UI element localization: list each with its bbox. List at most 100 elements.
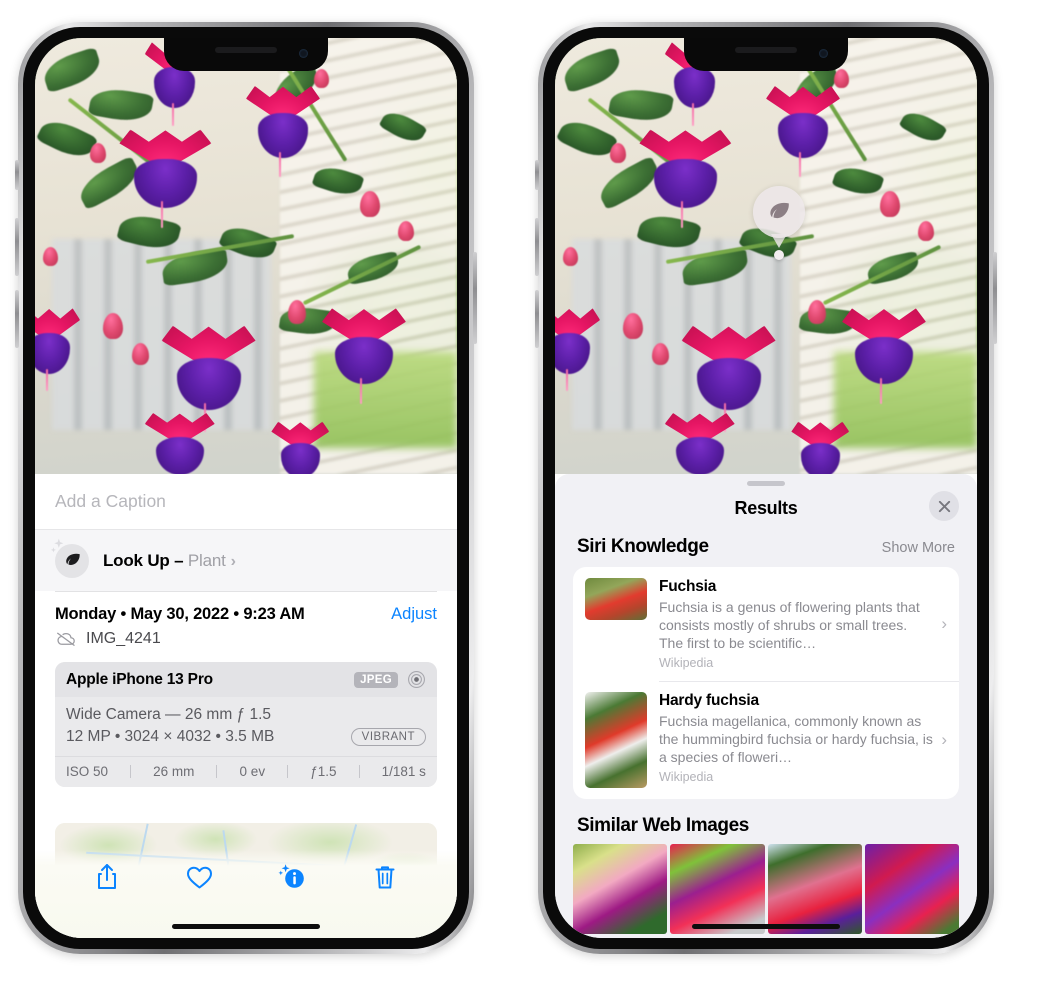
power-button[interactable]	[473, 252, 477, 344]
look-up-label: Look Up – Plant ›	[103, 551, 236, 571]
knowledge-source: Wikipedia	[659, 656, 714, 671]
knowledge-thumbnail	[585, 578, 647, 620]
photo-bud	[102, 312, 123, 339]
look-up-subject: Plant	[187, 550, 226, 570]
photo-flower	[321, 308, 406, 405]
photographic-style-badge: VIBRANT	[350, 728, 426, 746]
photo-bud	[833, 68, 849, 88]
aperture-icon	[408, 671, 425, 688]
siri-knowledge-header: Siri Knowledge Show More	[555, 530, 977, 567]
home-indicator[interactable]	[692, 924, 840, 929]
mute-switch[interactable]	[535, 160, 539, 190]
photo-flower	[119, 129, 212, 228]
similar-image-1[interactable]	[573, 844, 668, 935]
photo-flower	[639, 129, 732, 228]
front-camera-icon	[819, 49, 828, 58]
photo-bud	[563, 247, 579, 267]
camera-lens-info: Wide Camera — 26 mm ƒ 1.5	[66, 706, 272, 723]
similar-images-row	[555, 844, 977, 935]
photo-flower	[791, 421, 850, 474]
similar-image-3[interactable]	[767, 844, 862, 935]
sparkle-icon	[50, 538, 64, 552]
home-indicator[interactable]	[172, 924, 320, 929]
similar-image-2[interactable]	[670, 844, 765, 935]
knowledge-card[interactable]: Hardy fuchsia Fuchsia magellanica, commo…	[573, 681, 959, 799]
volume-up-button[interactable]	[15, 218, 19, 276]
photo-flower	[161, 325, 256, 432]
volume-down-button[interactable]	[535, 290, 539, 348]
volume-up-button[interactable]	[535, 218, 539, 276]
photo-flower	[35, 308, 81, 392]
trash-icon[interactable]	[368, 860, 402, 894]
knowledge-title: Fuchsia	[659, 578, 717, 595]
knowledge-card[interactable]: Fuchsia Fuchsia is a genus of flowering …	[573, 567, 959, 681]
knowledge-source: Wikipedia	[659, 770, 714, 785]
volume-down-button[interactable]	[15, 290, 19, 348]
divider	[130, 765, 132, 778]
photo-bud	[397, 221, 414, 242]
file-format-badge: JPEG	[354, 671, 398, 688]
exif-shutter: 1/181 s	[381, 764, 426, 779]
close-icon	[938, 500, 950, 512]
screen-right: Results Siri Knowledge Show More Fuchsia…	[555, 38, 977, 938]
photo-bud	[609, 142, 626, 163]
adjust-button[interactable]: Adjust	[391, 605, 437, 624]
chevron-right-icon: ›	[230, 552, 236, 570]
knowledge-description: Fuchsia is a genus of flowering plants t…	[659, 599, 920, 652]
device-bezel-left: Add a Caption Look Up – Plant › Monday •…	[23, 27, 469, 949]
caption-input[interactable]: Add a Caption	[35, 474, 457, 530]
photo-bud	[917, 221, 934, 242]
exif-iso: ISO 50	[66, 764, 109, 779]
notch	[164, 38, 328, 71]
photo-filename: IMG_4241	[86, 630, 161, 647]
chevron-right-icon: ›	[941, 614, 947, 634]
photo-flower	[246, 85, 320, 177]
section-title: Similar Web Images	[577, 815, 749, 837]
look-up-row[interactable]: Look Up – Plant ›	[35, 530, 457, 591]
photo-flower	[271, 421, 330, 474]
caption-placeholder: Add a Caption	[55, 491, 166, 511]
results-sheet: Results Siri Knowledge Show More Fuchsia…	[555, 474, 977, 938]
photo-metadata: Monday • May 30, 2022 • 9:23 AM Adjust I…	[35, 592, 457, 648]
section-title: Siri Knowledge	[577, 536, 709, 557]
earpiece-speaker	[215, 47, 277, 53]
icloud-slash-icon	[57, 632, 75, 646]
photo-bud	[89, 142, 106, 163]
knowledge-thumbnail	[585, 692, 647, 789]
info-sparkle-icon[interactable]	[275, 860, 309, 894]
share-icon[interactable]	[90, 860, 124, 894]
power-button[interactable]	[993, 252, 997, 344]
siri-knowledge-list: Fuchsia Fuchsia is a genus of flowering …	[573, 567, 959, 800]
mute-switch[interactable]	[15, 160, 19, 190]
similar-image-4[interactable]	[864, 844, 959, 935]
device-bezel-right: Results Siri Knowledge Show More Fuchsia…	[543, 27, 989, 949]
screenshot-canvas: Add a Caption Look Up – Plant › Monday •…	[0, 0, 1055, 985]
photo-bud	[879, 190, 900, 217]
visual-lookup-badge[interactable]	[753, 186, 805, 238]
camera-card-header: Apple iPhone 13 Pro JPEG	[55, 662, 437, 697]
exif-focal: 26 mm	[153, 764, 195, 779]
knowledge-title: Hardy fuchsia	[659, 692, 759, 710]
photo-info-sheet: Add a Caption Look Up – Plant › Monday •…	[35, 474, 457, 938]
divider	[216, 765, 218, 778]
photo-date: Monday • May 30, 2022 • 9:23 AM	[55, 605, 305, 623]
photo-bud	[622, 312, 643, 339]
similar-images-header: Similar Web Images	[555, 799, 977, 844]
photo-flower	[841, 308, 926, 405]
photo-bud	[43, 247, 59, 267]
divider	[358, 765, 360, 778]
heart-icon[interactable]	[183, 860, 217, 894]
photo-viewer[interactable]	[555, 38, 977, 474]
close-button[interactable]	[929, 491, 959, 521]
photo-bud	[313, 68, 329, 88]
results-header: Results	[555, 486, 977, 530]
photo-bud	[359, 190, 380, 217]
iphone-device-right: Results Siri Knowledge Show More Fuchsia…	[535, 22, 997, 954]
leaf-badge	[50, 538, 89, 578]
camera-info-card[interactable]: Apple iPhone 13 Pro JPEG Wide Camera — 2…	[55, 662, 437, 787]
photo-toolbar	[35, 850, 457, 938]
photo-flower	[555, 308, 601, 392]
photo-viewer[interactable]	[35, 38, 457, 474]
show-more-button[interactable]: Show More	[882, 540, 955, 556]
photo-bud	[132, 343, 150, 366]
